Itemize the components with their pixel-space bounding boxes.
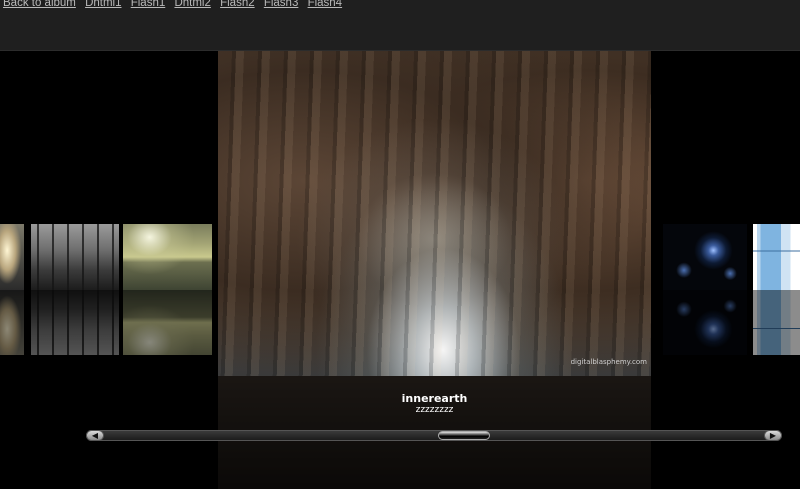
forest-thumbnail[interactable] (31, 224, 119, 355)
space-thumbnail[interactable] (663, 224, 747, 355)
main-photo[interactable]: digitalblasphemy.com (218, 51, 651, 376)
sky-thumbnail-reflection (0, 289, 24, 355)
photo-credit: digitalblasphemy.com (570, 358, 647, 366)
back-to-album-link[interactable]: Back to album (3, 0, 76, 9)
flash1-link[interactable]: Flash1 (131, 0, 166, 9)
flash3-link[interactable]: Flash3 (264, 0, 299, 9)
forest-thumbnail-image (31, 224, 119, 290)
cave-texture (218, 51, 651, 376)
fridge-thumbnail-image (753, 224, 800, 290)
space-thumbnail-reflection (663, 289, 747, 355)
space-thumbnail-image (663, 224, 747, 290)
fridge-thumbnail[interactable] (753, 224, 800, 355)
album-navigation: Back to album Dhtml1 Flash1 Dhtml2 Flash… (3, 0, 348, 10)
lake-thumbnail-image (123, 224, 212, 290)
top-navigation-bar: Back to album Dhtml1 Flash1 Dhtml2 Flash… (0, 0, 800, 51)
sky-thumbnail[interactable] (0, 224, 24, 355)
photo-title: innerearth (401, 392, 468, 405)
scroll-left-button[interactable]: ◀ (86, 430, 104, 441)
flash2-link[interactable]: Flash2 (220, 0, 255, 9)
gallery-scrollbar-track[interactable] (86, 430, 782, 441)
scrollbar-thumb[interactable] (438, 431, 490, 440)
gallery-page: Back to album Dhtml1 Flash1 Dhtml2 Flash… (0, 0, 800, 489)
fridge-thumbnail-reflection (753, 289, 800, 355)
sky-thumbnail-image (0, 224, 24, 290)
lake-thumbnail-reflection (123, 289, 212, 355)
dhtml1-link[interactable]: Dhtml1 (85, 0, 121, 9)
flash4-link[interactable]: Flash4 (308, 0, 343, 9)
scroll-right-button[interactable]: ▶ (764, 430, 782, 441)
photo-description: zzzzzzzz (415, 405, 454, 415)
forest-thumbnail-reflection (31, 289, 119, 355)
dhtml2-link[interactable]: Dhtml2 (174, 0, 210, 9)
lake-thumbnail[interactable] (123, 224, 212, 355)
